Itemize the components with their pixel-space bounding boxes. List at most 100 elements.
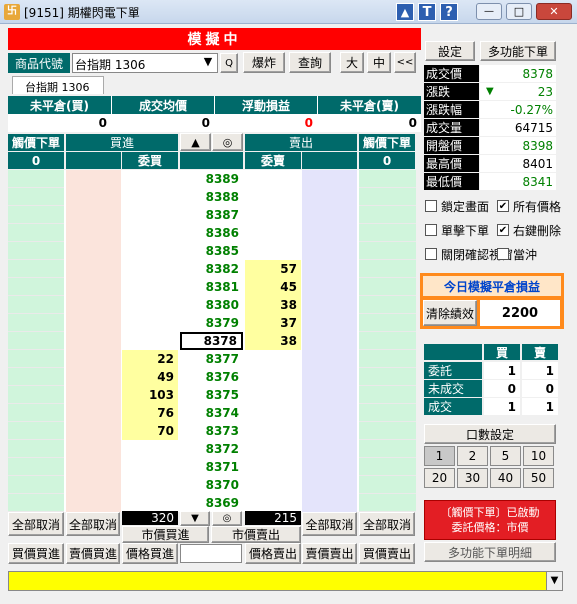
buy-in-cell[interactable] — [66, 278, 121, 296]
buy-in-cell[interactable] — [66, 188, 121, 206]
ask-cell[interactable] — [245, 188, 301, 206]
option-checkbox[interactable]: ✔ 所有價格 — [497, 197, 561, 215]
scroll-down-button[interactable]: ▼ — [180, 511, 210, 526]
scroll-up-button[interactable]: ▲ — [180, 133, 211, 151]
sell-out-cell[interactable] — [302, 332, 357, 350]
buy-in-cell[interactable] — [66, 224, 121, 242]
stop-sell-cell[interactable] — [359, 314, 416, 332]
stop-buy-cell[interactable] — [8, 206, 64, 224]
stop-sell-cell[interactable] — [359, 296, 416, 314]
limit-sell-button[interactable]: 價格賣出 — [245, 543, 301, 564]
bid-cell[interactable]: 76 — [122, 404, 178, 422]
sell-price-sell-button[interactable]: 賣價賣出 — [302, 543, 357, 564]
sell-out-cell[interactable] — [302, 350, 357, 368]
bottom-center-button[interactable]: ◎ — [212, 511, 242, 526]
ask-cell[interactable] — [245, 206, 301, 224]
sell-out-cell[interactable] — [302, 476, 357, 494]
stop-buy-cell[interactable] — [8, 278, 64, 296]
sell-out-cell[interactable] — [302, 170, 357, 188]
bid-cell[interactable] — [122, 260, 178, 278]
help-icon[interactable]: ? — [440, 3, 458, 21]
sell-out-cell[interactable] — [302, 296, 357, 314]
market-buy-button[interactable]: 市價買進 — [122, 526, 209, 543]
bid-cell[interactable]: 49 — [122, 368, 178, 386]
ask-cell[interactable] — [245, 242, 301, 260]
stop-buy-cell[interactable] — [8, 422, 64, 440]
bid-cell[interactable] — [122, 170, 178, 188]
option-checkbox[interactable]: 單擊下單 — [425, 221, 489, 239]
sell-out-cell[interactable] — [302, 188, 357, 206]
sell-out-cell[interactable] — [302, 440, 357, 458]
ask-cell[interactable] — [245, 458, 301, 476]
ask-cell[interactable]: 45 — [245, 278, 301, 296]
buy-in-cell[interactable] — [66, 206, 121, 224]
buy-in-cell[interactable] — [66, 422, 121, 440]
t-icon[interactable]: T — [418, 3, 436, 21]
settings-button[interactable]: 設定 — [425, 41, 475, 61]
bid-cell[interactable] — [122, 494, 178, 512]
message-bar[interactable]: ▼ — [8, 571, 563, 591]
ask-cell[interactable] — [245, 476, 301, 494]
bid-cell[interactable] — [122, 332, 178, 350]
buy-in-cell[interactable] — [66, 386, 121, 404]
stop-sell-cell[interactable] — [359, 476, 416, 494]
bid-cell[interactable] — [122, 476, 178, 494]
stop-buy-cell[interactable] — [8, 386, 64, 404]
size-mid-button[interactable]: 中 — [367, 52, 391, 73]
stop-buy-cell[interactable] — [8, 314, 64, 332]
quantity-option-button[interactable]: 50 — [523, 468, 554, 488]
ask-cell[interactable] — [245, 440, 301, 458]
product-tab[interactable]: 台指期 1306 — [12, 76, 104, 94]
stop-buy-cell[interactable] — [8, 224, 64, 242]
checkbox-icon[interactable] — [497, 248, 509, 260]
cancel-all-buy-stop-button[interactable]: 全部取消 — [8, 512, 64, 536]
bid-cell[interactable] — [122, 440, 178, 458]
bid-cell[interactable]: 22 — [122, 350, 178, 368]
limit-buy-button[interactable]: 價格買進 — [122, 543, 178, 564]
query-button[interactable]: 查詢 — [289, 52, 331, 73]
buy-price-buy-button[interactable]: 買價買進 — [8, 543, 64, 564]
quantity-option-button[interactable]: 40 — [490, 468, 521, 488]
bid-cell[interactable] — [122, 296, 178, 314]
stop-sell-cell[interactable] — [359, 368, 416, 386]
stop-buy-cell[interactable] — [8, 332, 64, 350]
ask-cell[interactable]: 38 — [245, 296, 301, 314]
stop-sell-cell[interactable] — [359, 350, 416, 368]
pin-up-icon[interactable]: ▲ — [396, 3, 414, 21]
checkbox-icon[interactable]: ✔ — [497, 200, 509, 212]
bid-cell[interactable] — [122, 458, 178, 476]
sell-price-buy-button[interactable]: 賣價買進 — [66, 543, 120, 564]
collapse-button[interactable]: << — [394, 52, 416, 73]
stop-sell-cell[interactable] — [359, 170, 416, 188]
ask-cell[interactable] — [245, 350, 301, 368]
ask-cell[interactable] — [245, 404, 301, 422]
buy-price-sell-button[interactable]: 買價賣出 — [359, 543, 415, 564]
stop-sell-cell[interactable] — [359, 458, 416, 476]
buy-in-cell[interactable] — [66, 440, 121, 458]
stop-buy-cell[interactable] — [8, 368, 64, 386]
ask-cell[interactable]: 38 — [245, 332, 301, 350]
quantity-option-button[interactable]: 2 — [457, 446, 488, 466]
stop-buy-cell[interactable] — [8, 260, 64, 278]
quantity-settings-button[interactable]: 口數設定 — [424, 424, 556, 444]
buy-in-cell[interactable] — [66, 242, 121, 260]
stop-sell-cell[interactable] — [359, 440, 416, 458]
stop-sell-cell[interactable] — [359, 494, 416, 512]
stop-buy-cell[interactable] — [8, 170, 64, 188]
stop-buy-cell[interactable] — [8, 242, 64, 260]
buy-in-cell[interactable] — [66, 260, 121, 278]
stop-buy-cell[interactable] — [8, 188, 64, 206]
stop-sell-cell[interactable] — [359, 332, 416, 350]
ask-cell[interactable] — [245, 170, 301, 188]
bid-cell[interactable] — [122, 206, 178, 224]
size-large-button[interactable]: 大 — [340, 52, 364, 73]
maximize-button[interactable]: □ — [506, 3, 532, 20]
stop-sell-cell[interactable] — [359, 404, 416, 422]
explode-button[interactable]: 爆炸 — [243, 52, 285, 73]
sell-out-cell[interactable] — [302, 494, 357, 512]
checkbox-icon[interactable]: ✔ — [497, 224, 509, 236]
sell-out-cell[interactable] — [302, 224, 357, 242]
stop-buy-cell[interactable] — [8, 404, 64, 422]
bid-cell[interactable] — [122, 224, 178, 242]
stop-sell-cell[interactable] — [359, 278, 416, 296]
